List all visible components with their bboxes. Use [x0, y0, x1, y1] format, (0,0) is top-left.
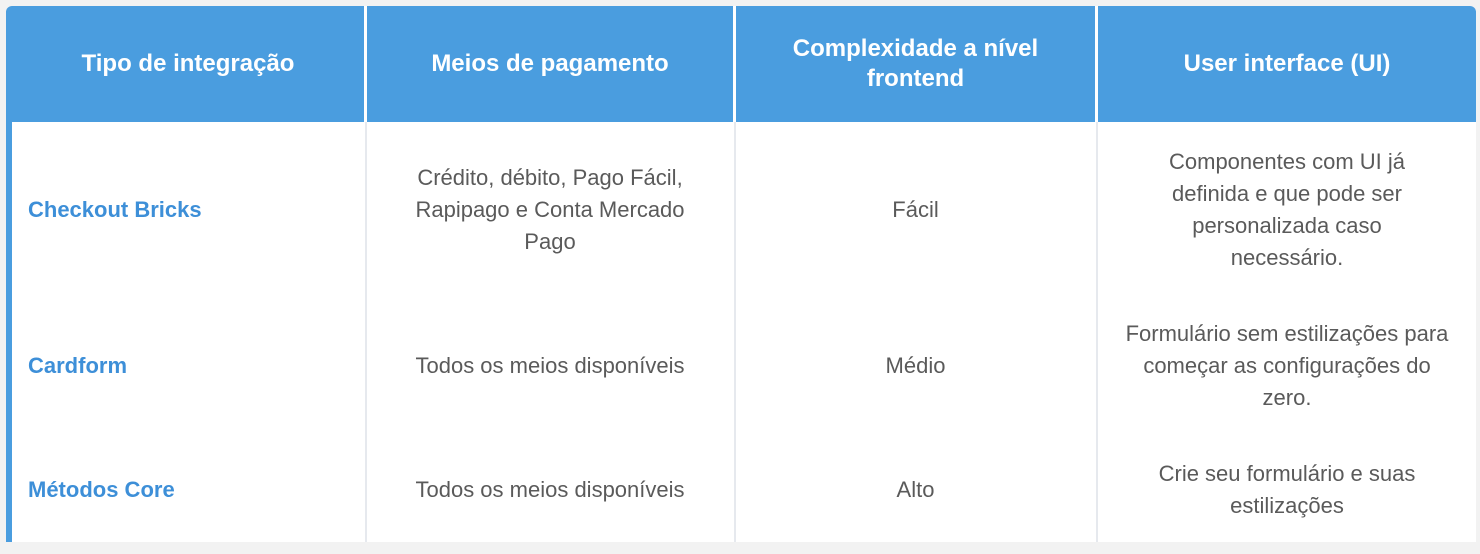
row-complexity-checkout-bricks: Fácil: [892, 197, 939, 222]
row-name-cardform[interactable]: Cardform: [12, 298, 364, 434]
row-payment-metodos-core: Todos os meios disponíveis: [415, 477, 685, 502]
row-payment-checkout-bricks: Crédito, débito, Pago Fácil, Rapipago e …: [415, 165, 685, 254]
row-ui-metodos-core: Crie seu formulário e suas estilizações: [1158, 461, 1416, 518]
header-user-interface: User interface (UI): [1098, 6, 1476, 122]
row-complexity-metodos-core: Alto: [896, 477, 935, 502]
row-ui-checkout-bricks: Componentes com UI já definida e que pod…: [1169, 149, 1405, 270]
row-complexity-cardform: Médio: [885, 353, 946, 378]
header-payment-methods: Meios de pagamento: [367, 6, 733, 122]
integration-comparison-table: Tipo de integração Meios de pagamento Co…: [6, 6, 1476, 542]
header-frontend-complexity: Complexidade a nível frontend: [736, 6, 1095, 122]
header-divider: [733, 6, 736, 122]
row-name-metodos-core[interactable]: Métodos Core: [12, 434, 364, 542]
header-divider: [364, 6, 367, 122]
header-divider: [1095, 6, 1098, 122]
row-payment-cardform: Todos os meios disponíveis: [415, 353, 685, 378]
row-ui-cardform: Formulário sem estilizações para começar…: [1125, 321, 1449, 410]
row-name-checkout-bricks[interactable]: Checkout Bricks: [12, 122, 364, 298]
header-integration-type: Tipo de integração: [12, 6, 364, 122]
